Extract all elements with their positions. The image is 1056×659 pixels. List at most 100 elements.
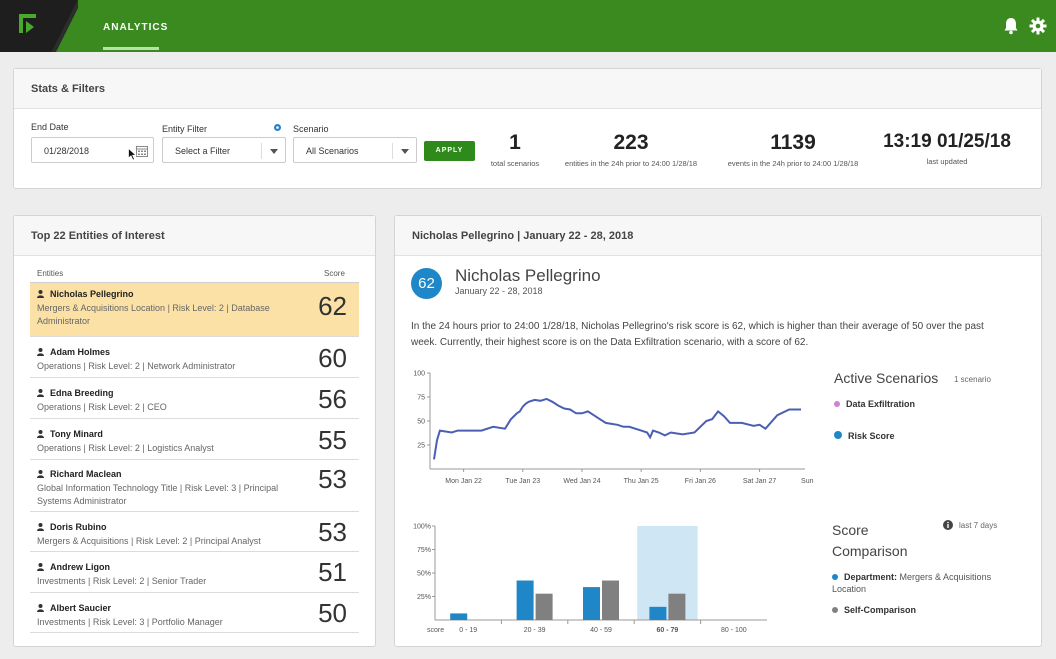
legend-self-comparison[interactable]: Self-Comparison xyxy=(832,605,916,615)
highlight-band xyxy=(637,526,698,620)
entity-score: 55 xyxy=(318,425,347,455)
stat-entities-label: entities in the 24h prior to 24:00 1/28/… xyxy=(564,159,698,168)
legend-department-label: Department: xyxy=(844,572,898,582)
x-tick-label: Thu Jan 25 xyxy=(624,478,659,485)
entity-score: 51 xyxy=(318,557,347,587)
x-tick-label: Sat Jan 27 xyxy=(743,478,777,485)
entity-row[interactable]: Edna Breeding Operations | Risk Level: 2… xyxy=(30,378,359,419)
bar-self-comparison xyxy=(535,593,553,620)
y-tick-label: 75% xyxy=(417,547,431,554)
legend-label: Data Exfiltration xyxy=(846,399,916,409)
entities-title: Top 22 Entities of Interest xyxy=(31,230,165,242)
legend-dot xyxy=(832,574,838,580)
y-tick-label: 75 xyxy=(417,395,425,402)
entity-score: 60 xyxy=(318,343,347,373)
stat-total-scenarios-label: total scenarios xyxy=(490,159,540,168)
entity-row[interactable]: Andrew Ligon Investments | Risk Level: 2… xyxy=(30,552,359,593)
entity-filter-select[interactable]: Select a Filter xyxy=(162,137,286,163)
risk-score-line-chart: 100 75 50 25 Mon Jan 22 Tue Jan 23 Wed Jan 24 T… xyxy=(413,371,815,486)
x-tick-label: Tue Jan 23 xyxy=(505,478,540,485)
risk-summary-text: In the 24 hours prior to 24:00 1/28/18, … xyxy=(411,321,984,348)
settings-small-icon[interactable] xyxy=(273,123,282,132)
entity-name: Andrew Ligon xyxy=(50,562,110,572)
info-icon[interactable] xyxy=(943,520,953,530)
y-tick-label: 100% xyxy=(413,524,431,531)
x-tick-label: 60 - 79 xyxy=(657,627,679,634)
entity-description: Mergers & Acquisitions Location | Risk L… xyxy=(37,303,270,326)
entity-description: Investments | Risk Level: 2 | Senior Tra… xyxy=(37,576,207,586)
bar-department xyxy=(450,613,468,620)
score-comparison-period: last 7 days xyxy=(959,521,998,530)
score-comparison-bar-chart: 100% 75% 50% 25% 0 - 19 20 - 39 40 - 59 60 - 79… xyxy=(413,524,767,634)
y-tick-label: 25 xyxy=(417,443,425,450)
active-scenarios-count: 1 scenario xyxy=(954,375,991,384)
entity-detail-date-range: January 22 - 28, 2018 xyxy=(455,286,543,296)
legend-dot xyxy=(834,431,842,439)
end-date-value: 01/28/2018 xyxy=(44,146,90,156)
end-date-input[interactable]: 01/28/2018 xyxy=(31,137,154,163)
bar-department xyxy=(516,580,534,620)
entity-name: Adam Holmes xyxy=(50,347,111,357)
entity-name: Nicholas Pellegrino xyxy=(50,289,134,299)
bar-self-comparison xyxy=(668,593,686,620)
entity-name: Richard Maclean xyxy=(50,469,122,479)
entity-filter-value: Select a Filter xyxy=(175,146,231,156)
entity-filter-label: Entity Filter xyxy=(162,124,208,134)
person-icon xyxy=(37,523,44,531)
active-scenarios-title: Active Scenarios xyxy=(834,370,939,386)
top-bar: ANALYTICS xyxy=(0,0,1056,52)
entity-score: 62 xyxy=(318,291,347,321)
active-tab-indicator xyxy=(103,47,159,50)
entity-row[interactable]: Doris Rubino Mergers & Acquisitions | Ri… xyxy=(30,512,359,552)
entity-name: Albert Saucier xyxy=(50,603,112,613)
person-icon xyxy=(37,290,44,298)
legend-label: Risk Score xyxy=(848,431,895,441)
entity-row[interactable]: Adam Holmes Operations | Risk Level: 2 |… xyxy=(30,337,359,378)
entity-description: Operations | Risk Level: 2 | Network Adm… xyxy=(37,361,236,371)
x-tick-label: Fri Jan 26 xyxy=(685,478,716,485)
entity-row[interactable]: Richard Maclean Global Information Techn… xyxy=(30,460,359,512)
entity-row[interactable]: Albert Saucier Investments | Risk Level:… xyxy=(30,593,359,633)
chevron-down-icon xyxy=(261,143,285,159)
entity-description: Operations | Risk Level: 2 | CEO xyxy=(37,402,167,412)
person-icon xyxy=(37,563,44,571)
stat-last-updated-value: 13:19 01/25/18 xyxy=(883,131,1011,152)
entity-description: Operations | Risk Level: 2 | Logistics A… xyxy=(37,443,214,453)
mouse-cursor-icon xyxy=(128,148,137,161)
score-comparison-title: Score Comparison xyxy=(832,522,908,559)
scenario-select[interactable]: All Scenarios xyxy=(293,137,417,163)
chevron-down-icon xyxy=(392,143,416,159)
entities-column-header: Entities xyxy=(37,269,64,278)
end-date-label: End Date xyxy=(31,122,69,132)
bar-department xyxy=(649,606,667,620)
tab-analytics[interactable]: ANALYTICS xyxy=(103,0,168,52)
legend-data-exfiltration[interactable]: Data Exfiltration xyxy=(834,399,915,409)
entity-description: Investments | Risk Level: 3 | Portfolio … xyxy=(37,617,223,627)
entity-detail-title: Nicholas Pellegrino | January 22 - 28, 2… xyxy=(412,230,634,242)
stats-filters-title: Stats & Filters xyxy=(31,83,105,95)
y-tick-label: 25% xyxy=(417,594,431,601)
legend-dot xyxy=(834,401,840,407)
entity-score: 53 xyxy=(318,464,347,494)
gear-icon[interactable] xyxy=(1029,17,1047,35)
calendar-icon[interactable] xyxy=(136,145,148,157)
entity-name: Doris Rubino xyxy=(50,522,107,532)
stat-last-updated-label: last updated xyxy=(926,157,968,166)
entity-name: Edna Breeding xyxy=(50,388,114,398)
risk-score-line xyxy=(433,397,801,460)
entity-score: 53 xyxy=(318,517,347,547)
scenario-value: All Scenarios xyxy=(306,146,359,156)
entity-row[interactable]: Tony Minard Operations | Risk Level: 2 |… xyxy=(30,419,359,460)
x-tick-label: 20 - 39 xyxy=(524,627,546,634)
entity-row[interactable]: Nicholas Pellegrino Mergers & Acquisitio… xyxy=(30,283,359,337)
legend-risk-score[interactable]: Risk Score xyxy=(834,431,895,441)
bell-icon[interactable] xyxy=(1003,17,1019,35)
app-logo[interactable] xyxy=(0,0,82,52)
entities-header: Top 22 Entities of Interest xyxy=(14,216,375,256)
person-icon xyxy=(37,470,44,478)
x-tick-label: 0 - 19 xyxy=(459,627,477,634)
x-tick-label: Sun Jan 28 xyxy=(801,478,815,485)
apply-button[interactable]: APPLY xyxy=(424,141,475,161)
legend-department[interactable]: Department: Mergers & Acquisitions Locat… xyxy=(832,571,1002,595)
stat-events-value: 1139 xyxy=(770,131,816,154)
